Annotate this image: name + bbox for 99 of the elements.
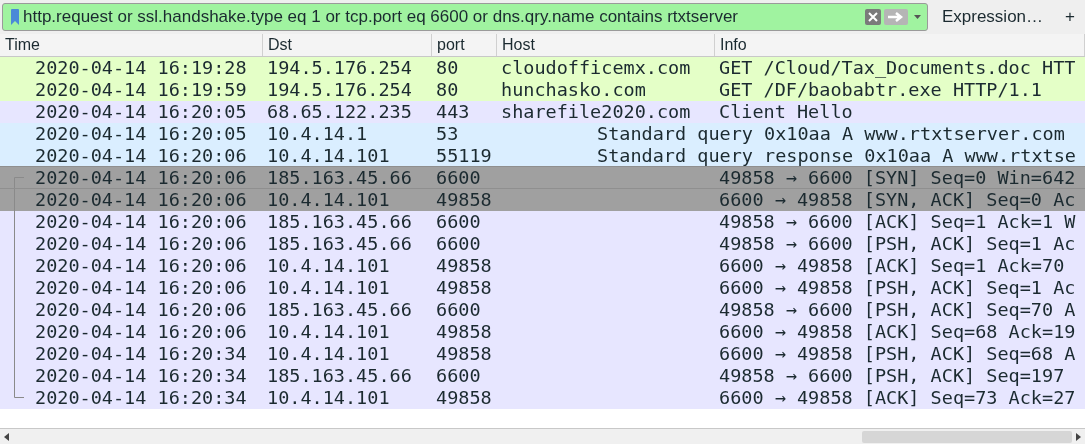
table-cell-text: 49858 [435, 387, 493, 409]
bookmark-icon[interactable] [11, 9, 19, 25]
table-cell-text: 49858 [435, 321, 493, 343]
packet-row[interactable]: 2020-04-14 16:20:05 10.4.14.1 53 Standard query 0x10aa A www.rtxtserver.com [0, 123, 1085, 145]
table-cell-text: 2020-04-14 16:20:06 [35, 211, 248, 233]
table-cell-text: 6600 [435, 365, 482, 387]
scrollbar-thumb[interactable] [862, 430, 1072, 443]
table-cell-text: 10.4.14.101 [266, 255, 391, 277]
table-cell: Standard query response 0x10aa A www.rtxtse [597, 145, 1076, 167]
table-cell-text: 55119 [435, 145, 493, 167]
table-cell-text: 49858 [435, 189, 493, 211]
table-cell-text: 49858 → 6600 [PSH, ACK] Seq=197 [718, 365, 1065, 387]
packet-row[interactable]: 2020-04-14 16:19:59 194.5.176.254 80 hunchasko.com GET /DF/baobabtr.exe HTTP/1.1 [0, 79, 1085, 101]
packet-row[interactable]: 2020-04-14 16:20:34 185.163.45.66 6600 49858 → 6600 [PSH, ACK] Seq=197 [0, 365, 1085, 387]
table-cell-text: 49858 → 6600 [SYN] Seq=0 Win=642 [718, 167, 1076, 189]
table-cell-text: 194.5.176.254 [266, 57, 413, 79]
table-cell-text: Client Hello [718, 101, 853, 123]
packet-row[interactable]: 2020-04-14 16:20:06 10.4.14.101 49858 6600 → 49858 [PSH, ACK] Seq=1 Ac [0, 277, 1085, 299]
table-cell-text: 6600 → 49858 [PSH, ACK] Seq=68 A [718, 343, 1076, 365]
table-cell-text: hunchasko.com [500, 79, 647, 101]
table-cell-text: 6600 → 49858 [ACK] Seq=1 Ack=70 [718, 255, 1065, 277]
packet-row[interactable]: 2020-04-14 16:20:06 10.4.14.101 49858 6600 → 49858 [SYN, ACK] Seq=0 Ac [0, 189, 1085, 211]
table-cell-text: 185.163.45.66 [266, 233, 413, 255]
table-cell-text: cloudofficemx.com [500, 57, 692, 79]
table-cell-text: 2020-04-14 16:20:06 [35, 167, 248, 189]
scroll-right-icon[interactable] [1076, 432, 1081, 441]
clear-icon[interactable] [864, 9, 881, 25]
table-cell-text: 2020-04-14 16:19:59 [35, 79, 248, 101]
table-cell-text: 10.4.14.101 [266, 189, 391, 211]
table-cell-text: 2020-04-14 16:20:34 [35, 387, 248, 409]
packet-row[interactable]: 2020-04-14 16:20:06 10.4.14.101 49858 6600 → 49858 [ACK] Seq=1 Ack=70 [0, 255, 1085, 277]
table-cell-text: 10.4.14.101 [266, 343, 391, 365]
table-cell-text: 2020-04-14 16:20:06 [35, 145, 248, 167]
packet-row[interactable]: 2020-04-14 16:20:34 10.4.14.101 49858 6600 → 49858 [ACK] Seq=73 Ack=27 [0, 387, 1085, 409]
table-cell-text: 68.65.122.235 [266, 101, 413, 123]
column-header[interactable]: port [432, 34, 497, 56]
table-cell-text: 10.4.14.101 [266, 321, 391, 343]
column-header[interactable]: Time [0, 34, 263, 56]
packet-row[interactable]: 2020-04-14 16:20:06 185.163.45.66 6600 49858 → 6600 [PSH, ACK] Seq=70 A [0, 299, 1085, 321]
table-cell-text: 185.163.45.66 [266, 365, 413, 387]
table-cell-text: GET /Cloud/Tax_Documents.doc HTT [718, 57, 1076, 79]
table-cell-text: 10.4.14.101 [266, 277, 391, 299]
packet-row[interactable]: 2020-04-14 16:20:34 10.4.14.101 49858 6600 → 49858 [PSH, ACK] Seq=68 A [0, 343, 1085, 365]
table-cell-text: 185.163.45.66 [266, 167, 413, 189]
horizontal-scrollbar[interactable] [0, 428, 1085, 444]
table-cell-text: 49858 [435, 343, 493, 365]
table-cell-text: 49858 → 6600 [PSH, ACK] Seq=70 A [718, 299, 1076, 321]
column-header[interactable]: Info [715, 34, 1085, 56]
packet-row[interactable]: 2020-04-14 16:20:06 185.163.45.66 6600 49858 → 6600 [PSH, ACK] Seq=1 Ac [0, 233, 1085, 255]
table-cell-text: 185.163.45.66 [266, 211, 413, 233]
table-cell-text: 6600 → 49858 [ACK] Seq=68 Ack=19 [718, 321, 1076, 343]
add-button[interactable]: + [1057, 3, 1083, 31]
table-cell-text: 443 [435, 101, 471, 123]
table-cell-text: 6600 → 49858 [PSH, ACK] Seq=1 Ac [718, 277, 1076, 299]
table-cell-text: 49858 [435, 255, 493, 277]
table-cell-text: 2020-04-14 16:20:06 [35, 189, 248, 211]
table-cell-text: 2020-04-14 16:20:05 [35, 123, 248, 145]
table-cell-text: 2020-04-14 16:20:06 [35, 255, 248, 277]
expression-button[interactable]: Expression… [933, 3, 1052, 31]
table-cell: Standard query 0x10aa A www.rtxtserver.com [597, 123, 1065, 145]
table-cell-text: 10.4.14.101 [266, 387, 391, 409]
table-cell-text: 2020-04-14 16:20:34 [35, 365, 248, 387]
table-cell-text: 6600 [435, 233, 482, 255]
table-cell-text: 2020-04-14 16:20:05 [35, 101, 248, 123]
table-cell-text: 2020-04-14 16:20:34 [35, 343, 248, 365]
packet-row[interactable]: 2020-04-14 16:20:06 10.4.14.101 49858 6600 → 49858 [ACK] Seq=68 Ack=19 [0, 321, 1085, 343]
table-cell-text: 10.4.14.101 [266, 145, 391, 167]
table-cell-text: 80 [435, 57, 460, 79]
table-cell-text: 10.4.14.1 [266, 123, 369, 145]
table-cell-text: 49858 [435, 277, 493, 299]
packet-row[interactable]: 2020-04-14 16:20:06 10.4.14.101 55119 Standard query response 0x10aa A www.rtxtse [0, 145, 1085, 167]
table-cell-text: 6600 → 49858 [ACK] Seq=73 Ack=27 [718, 387, 1076, 409]
table-cell-text: 49858 → 6600 [PSH, ACK] Seq=1 Ac [718, 233, 1076, 255]
table-cell-text: 6600 [435, 299, 482, 321]
table-cell-text: 2020-04-14 16:20:06 [35, 233, 248, 255]
packet-row[interactable]: 2020-04-14 16:19:28 194.5.176.254 80 cloudofficemx.com GET /Cloud/Tax_Documents.doc HTT [0, 57, 1085, 79]
column-header[interactable]: Host [497, 34, 715, 56]
table-cell-text: 49858 → 6600 [ACK] Seq=1 Ack=1 W [718, 211, 1076, 233]
packet-row[interactable]: 2020-04-14 16:20:05 68.65.122.235 443 sharefile2020.com Client Hello [0, 101, 1085, 123]
conversation-end-icon [14, 387, 24, 398]
scroll-left-icon[interactable] [4, 432, 9, 441]
packet-row[interactable]: 2020-04-14 16:20:06 185.163.45.66 6600 49858 → 6600 [SYN] Seq=0 Win=642 [0, 167, 1085, 189]
dropdown-caret-icon[interactable] [913, 15, 921, 19]
filter-field[interactable]: http.request or ssl.handshake.type eq 1 or tcp.port eq 6600 or dns.qry.name contains rtxtserver [2, 3, 928, 31]
table-cell-text: GET /DF/baobabtr.exe HTTP/1.1 [718, 79, 1042, 101]
table-cell-text: 53 [435, 123, 460, 145]
table-cell-text: 80 [435, 79, 460, 101]
table-cell-text: 2020-04-14 16:20:06 [35, 299, 248, 321]
packet-row[interactable]: 2020-04-14 16:20:06 185.163.45.66 6600 49858 → 6600 [ACK] Seq=1 Ack=1 W [0, 211, 1085, 233]
table-cell-text: 185.163.45.66 [266, 299, 413, 321]
table-cell-text: 6600 [435, 211, 482, 233]
table-cell-text: 6600 [435, 167, 482, 189]
table-cell-text: 2020-04-14 16:20:06 [35, 277, 248, 299]
table-cell-text: 6600 → 49858 [SYN, ACK] Seq=0 Ac [718, 189, 1076, 211]
column-header[interactable]: Dst [263, 34, 432, 56]
table-cell-text: 2020-04-14 16:20:06 [35, 321, 248, 343]
table-cell-text: sharefile2020.com [500, 101, 692, 123]
table-cell-text: 2020-04-14 16:19:28 [35, 57, 248, 79]
table-cell-text: 194.5.176.254 [266, 79, 413, 101]
